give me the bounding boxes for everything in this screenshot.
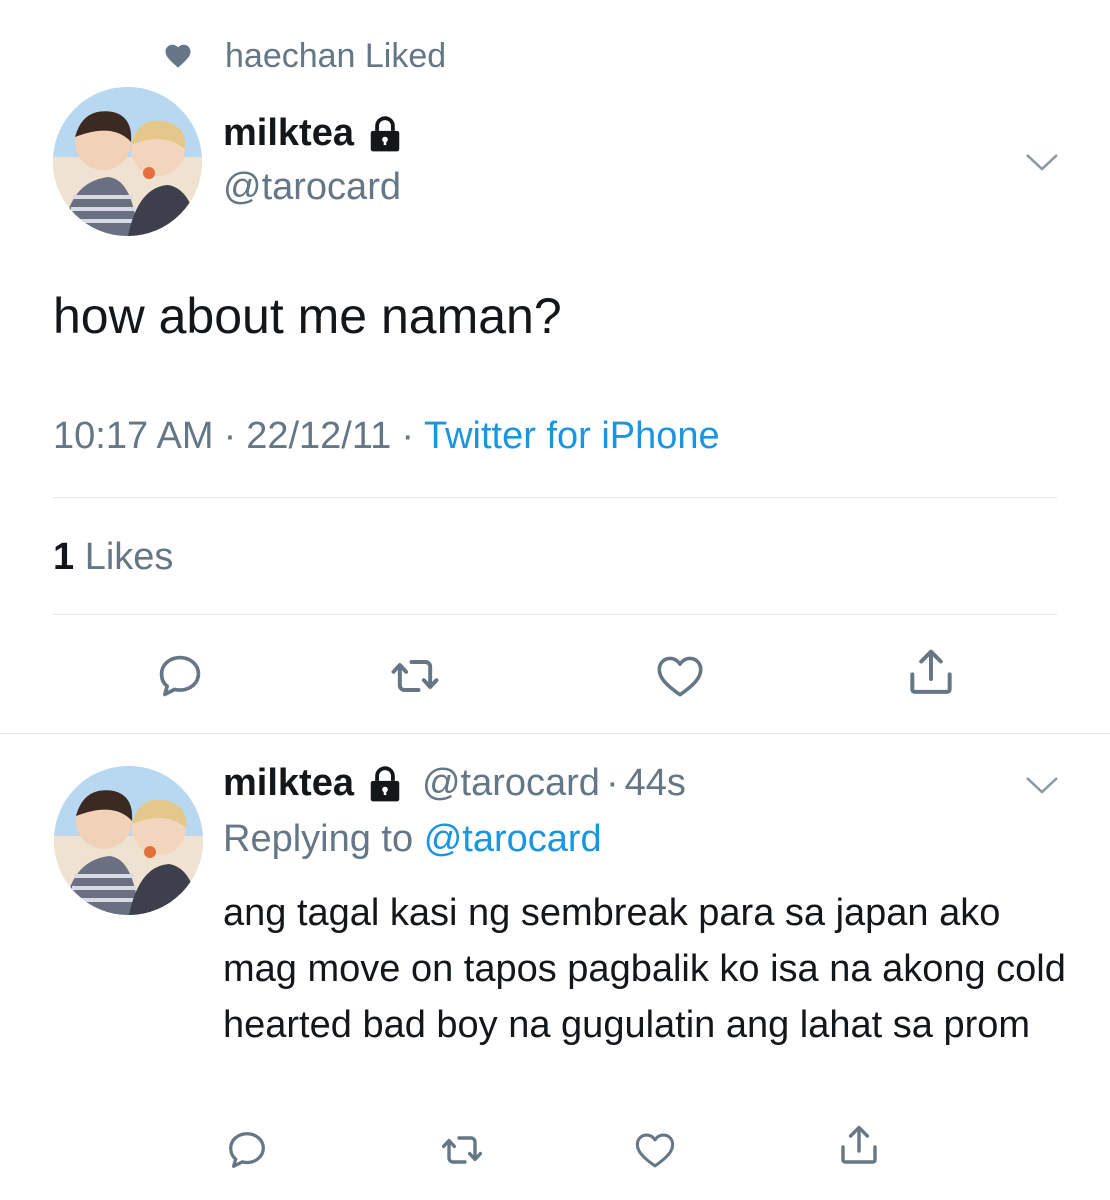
reply-timestamp[interactable]: 44s bbox=[625, 762, 686, 805]
avatar[interactable] bbox=[54, 766, 203, 915]
lock-icon bbox=[370, 115, 400, 151]
likes-stat[interactable]: 1 Likes bbox=[53, 536, 173, 579]
avatar-image bbox=[54, 766, 203, 915]
heart-icon bbox=[165, 44, 191, 68]
retweet-button[interactable] bbox=[387, 648, 443, 704]
reply-author-handle[interactable]: @tarocard bbox=[422, 762, 600, 805]
tweet-source-link[interactable]: Twitter for iPhone bbox=[424, 415, 720, 458]
meta-separator: · bbox=[605, 762, 619, 804]
tweet-date[interactable]: 22/12/11 bbox=[246, 415, 391, 458]
replying-to: Replying to @tarocard bbox=[223, 818, 602, 861]
likes-count: 1 bbox=[53, 536, 75, 578]
share-icon bbox=[841, 1125, 877, 1164]
reply-header: milktea @tarocard · 44s bbox=[223, 762, 686, 805]
reply-text: ang tagal kasi ng sembreak para sa japan… bbox=[223, 892, 1066, 1046]
replying-mention-link[interactable]: @tarocard bbox=[424, 818, 602, 860]
reply-button[interactable] bbox=[152, 648, 208, 704]
heart-outline-icon bbox=[657, 656, 703, 697]
avatar[interactable] bbox=[53, 87, 202, 236]
divider bbox=[53, 497, 1057, 498]
divider bbox=[53, 614, 1057, 615]
share-icon bbox=[910, 649, 952, 694]
reply-button[interactable] bbox=[222, 1125, 272, 1175]
lock-icon bbox=[370, 765, 400, 801]
social-context: haechan Liked bbox=[163, 36, 446, 76]
divider bbox=[0, 733, 1110, 734]
tweet-text: how about me naman? bbox=[53, 288, 562, 344]
share-button[interactable] bbox=[834, 1120, 884, 1170]
retweet-icon bbox=[391, 660, 439, 692]
retweet-icon bbox=[441, 1136, 483, 1164]
avatar-image bbox=[53, 87, 202, 236]
meta-separator: · bbox=[401, 415, 414, 457]
meta-separator: · bbox=[223, 415, 237, 457]
tweet-time: 10:17 AM bbox=[53, 415, 214, 457]
retweet-button[interactable] bbox=[437, 1125, 487, 1175]
reply-author-name[interactable]: milktea bbox=[223, 762, 354, 805]
reply-icon bbox=[159, 655, 201, 697]
chevron-down-icon[interactable] bbox=[1025, 152, 1059, 172]
likes-label: Likes bbox=[84, 536, 174, 578]
reply-icon bbox=[229, 1132, 265, 1168]
replying-label: Replying to bbox=[223, 818, 414, 860]
author-name[interactable]: milktea bbox=[223, 112, 354, 155]
author-handle[interactable]: @tarocard bbox=[223, 166, 401, 209]
like-button[interactable] bbox=[652, 648, 708, 704]
social-context-text: haechan Liked bbox=[225, 36, 447, 75]
chevron-down-icon[interactable] bbox=[1025, 775, 1059, 795]
heart-outline-icon bbox=[635, 1133, 675, 1168]
like-button[interactable] bbox=[630, 1125, 680, 1175]
tweet-meta: 10:17 AM · 22/12/11 · Twitter for iPhone bbox=[53, 415, 720, 458]
share-button[interactable] bbox=[903, 644, 959, 700]
author-name-row[interactable]: milktea bbox=[223, 112, 404, 155]
